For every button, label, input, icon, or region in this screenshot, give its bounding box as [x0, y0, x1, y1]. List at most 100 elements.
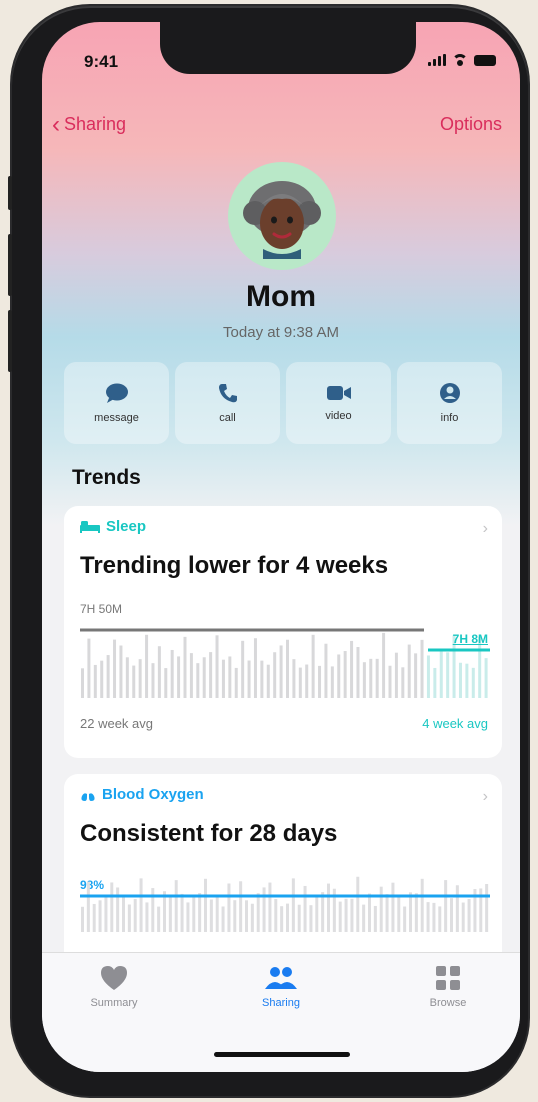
chart-bar [98, 900, 102, 932]
lungs-icon [81, 788, 95, 801]
signal-icon [428, 54, 446, 66]
chart-bar [439, 651, 443, 698]
chart-bar [375, 658, 379, 698]
message-icon [105, 383, 128, 403]
sleep-category: Sleep [106, 518, 147, 535]
chart-bar [397, 895, 401, 932]
chart-bar [104, 895, 108, 932]
chart-bar [471, 667, 475, 698]
chart-bar [127, 904, 131, 932]
chart-bar [209, 899, 213, 932]
chart-bar [337, 654, 341, 698]
person-icon [439, 383, 460, 403]
chart-bar [157, 906, 161, 932]
chart-bar [239, 881, 243, 932]
call-button[interactable]: call [175, 362, 280, 444]
chart-bar [245, 900, 248, 932]
tab-summary-label: Summary [90, 997, 138, 1009]
chart-bar [338, 901, 342, 932]
chart-bar [420, 878, 424, 932]
mute-switch [8, 176, 12, 210]
sleep-card[interactable]: Sleep › Trending lower for 4 weeks 7H 50… [64, 506, 502, 758]
chart-bar [138, 659, 142, 698]
chart-bar [385, 894, 389, 932]
oxygen-headline: Consistent for 28 days [80, 820, 338, 847]
chart-bar [356, 876, 360, 932]
chart-bar [465, 663, 469, 698]
chart-bar [298, 667, 302, 698]
chart-bar [92, 903, 96, 932]
chart-bar [268, 882, 272, 932]
chart-bar [273, 652, 277, 698]
chart-bar [315, 895, 319, 932]
chart-bar [262, 887, 266, 932]
tab-sharing[interactable]: Sharing [221, 965, 341, 1009]
oxygen-bars [81, 876, 489, 932]
chart-bar [426, 655, 430, 698]
chart-bar [309, 905, 313, 932]
chart-bar [106, 655, 110, 698]
chart-bar [234, 667, 238, 698]
chart-bar [133, 899, 137, 932]
message-button[interactable]: message [64, 362, 169, 444]
tab-sharing-label: Sharing [262, 997, 300, 1009]
action-row: message call video info [64, 362, 502, 444]
chart-bar [198, 893, 202, 932]
chart-bar [414, 893, 418, 932]
chart-bar [305, 664, 309, 698]
chart-bar [379, 886, 383, 932]
chart-bar [177, 656, 181, 698]
chart-bar [116, 887, 120, 932]
status-icons [428, 54, 496, 66]
info-label: info [440, 412, 459, 424]
video-button[interactable]: video [286, 362, 391, 444]
chart-bar [356, 647, 360, 698]
chart-bar [409, 892, 412, 932]
sleep-header: Sleep [80, 518, 146, 535]
chart-bar [170, 649, 174, 698]
chart-bar [233, 900, 237, 932]
profile-subtitle: Today at 9:38 AM [223, 324, 339, 341]
chart-bar [209, 652, 213, 698]
grid-icon [436, 966, 460, 990]
chart-bar [204, 878, 207, 932]
chart-bar [247, 660, 251, 698]
chart-bar [157, 646, 161, 698]
home-indicator [214, 1052, 350, 1057]
chart-bar [250, 903, 254, 932]
chart-bar [113, 639, 117, 698]
chart-bar [446, 652, 450, 698]
notch [160, 22, 416, 74]
sleep-chart [80, 628, 490, 698]
chevron-right-icon: › [482, 520, 488, 537]
chart-bar [87, 638, 91, 698]
chart-bar [485, 884, 489, 932]
chart-bar [274, 899, 278, 932]
chart-bar [241, 640, 245, 698]
oxygen-header: Blood Oxygen [80, 786, 204, 803]
chart-bar [297, 904, 301, 932]
back-button[interactable]: ‹ Sharing [52, 112, 126, 136]
chart-bar [110, 882, 114, 932]
chart-bar [444, 880, 448, 932]
chart-bar [327, 883, 330, 932]
chart-bar [303, 885, 307, 932]
chart-bar [122, 897, 125, 932]
chart-bar [86, 881, 90, 932]
tab-browse-label: Browse [429, 997, 467, 1009]
chart-bar [189, 653, 193, 698]
chart-bar [350, 898, 354, 932]
info-button[interactable]: info [397, 362, 502, 444]
chart-bar [318, 665, 322, 698]
chart-bar [132, 665, 136, 698]
chart-bar [180, 893, 184, 932]
chart-bar [324, 643, 328, 698]
chart-bar [196, 663, 200, 698]
chart-bar [139, 878, 143, 932]
options-button[interactable]: Options [440, 114, 502, 135]
chart-bar [407, 644, 411, 698]
chart-bar [426, 902, 430, 932]
tab-summary[interactable]: Summary [54, 965, 174, 1009]
tab-browse[interactable]: Browse [388, 965, 508, 1009]
volume-down-button [8, 310, 12, 372]
